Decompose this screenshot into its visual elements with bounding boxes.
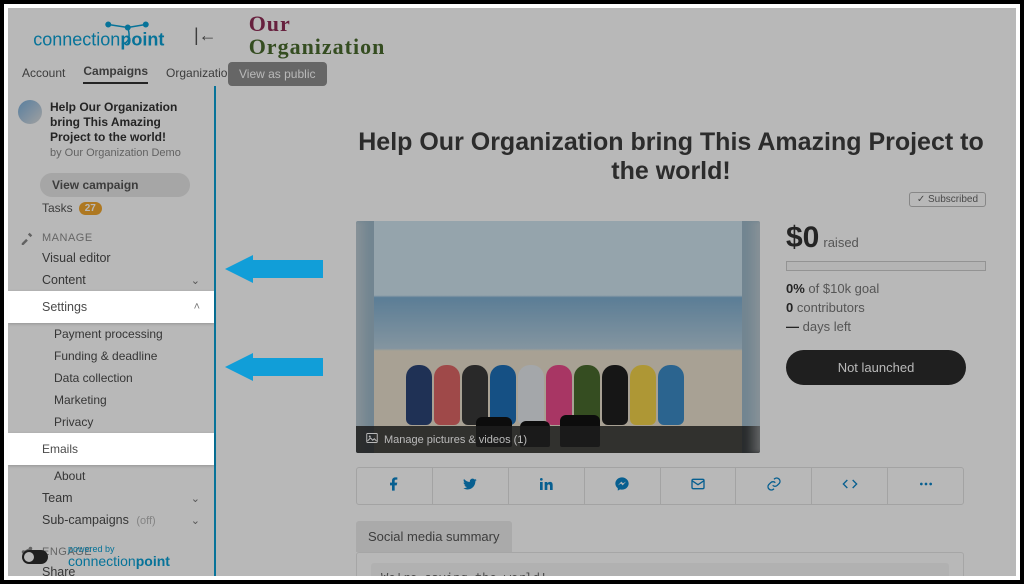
nav-content[interactable]: Content ⌄ <box>8 269 214 291</box>
chevron-down-icon: ⌄ <box>191 514 200 527</box>
sidebar-campaign-header: Help Our Organization bring This Amazing… <box>8 86 214 165</box>
subscribed-badge[interactable]: ✓ Subscribed <box>909 192 986 207</box>
email-icon <box>690 479 706 496</box>
linkedin-icon <box>538 479 554 496</box>
sidebar-campaign-by: by Our Organization Demo <box>50 147 204 159</box>
share-messenger[interactable] <box>585 468 661 504</box>
tasks-label: Tasks <box>42 201 73 215</box>
chevron-down-icon: ⌄ <box>191 274 200 287</box>
nav-team[interactable]: Team ⌄ <box>8 487 214 509</box>
sm-summary-snippet: We're saving the world! <box>371 563 949 576</box>
chevron-up-icon: ˄ <box>194 301 200 313</box>
manage-media-button[interactable]: Manage pictures & videos (1) <box>356 426 760 453</box>
share-embed[interactable] <box>812 468 888 504</box>
embed-icon <box>842 479 858 496</box>
facebook-icon <box>386 479 402 496</box>
link-icon <box>766 479 782 496</box>
campaign-title: Help Our Organization bring This Amazing… <box>356 128 986 186</box>
nav-settings-emails[interactable]: Emails <box>8 433 214 465</box>
sidebar: Help Our Organization bring This Amazing… <box>8 86 216 576</box>
footer: powered by connectionpoint <box>22 545 170 568</box>
share-email[interactable] <box>661 468 737 504</box>
campaign-stats: $0raised 0% of $10k goal 0 contributors … <box>786 221 986 453</box>
image-icon <box>366 432 378 447</box>
tab-campaigns[interactable]: Campaigns <box>83 64 148 84</box>
share-facebook[interactable] <box>357 468 433 504</box>
nav-settings-about[interactable]: About <box>8 465 214 487</box>
collapse-sidebar-button[interactable]: |← <box>194 25 217 46</box>
nav-visual-editor[interactable]: Visual editor <box>8 247 214 269</box>
org-name: Our Organization <box>249 12 386 58</box>
campaign-avatar <box>18 100 42 124</box>
nav-settings[interactable]: Settings ˄ <box>8 291 214 323</box>
chevron-down-icon: ⌄ <box>191 492 200 505</box>
messenger-icon <box>614 479 630 496</box>
share-more[interactable] <box>888 468 963 504</box>
launch-status-button[interactable]: Not launched <box>786 350 966 385</box>
tab-account[interactable]: Account <box>22 66 65 84</box>
sidebar-tasks[interactable]: Tasks 27 <box>42 201 202 215</box>
callout-arrow-emails <box>225 353 323 381</box>
twitter-icon <box>462 479 478 496</box>
nav-settings-privacy[interactable]: Privacy <box>8 411 214 433</box>
share-twitter[interactable] <box>433 468 509 504</box>
more-icon <box>917 479 935 496</box>
share-bar <box>356 467 964 505</box>
share-link[interactable] <box>736 468 812 504</box>
brand-logo: connectionpoint <box>22 20 172 50</box>
share-linkedin[interactable] <box>509 468 585 504</box>
hero-image: Manage pictures & videos (1) <box>356 221 760 453</box>
sm-summary-header: Social media summary <box>356 521 512 552</box>
nav-settings-data[interactable]: Data collection <box>8 367 214 389</box>
tools-icon <box>20 231 34 245</box>
nav-settings-marketing[interactable]: Marketing <box>8 389 214 411</box>
main-panel: Help Our Organization bring This Amazing… <box>216 86 1016 576</box>
amount-raised: $0 <box>786 221 819 254</box>
nav-subcampaigns[interactable]: Sub-campaigns (off) ⌄ <box>8 509 214 531</box>
callout-arrow-settings <box>225 255 323 283</box>
tasks-count-badge: 27 <box>79 202 102 215</box>
collapse-icon: |← <box>194 25 217 45</box>
progress-bar <box>786 261 986 271</box>
section-manage: MANAGE <box>8 225 214 247</box>
nav-settings-funding[interactable]: Funding & deadline <box>8 345 214 367</box>
powered-by: powered by connectionpoint <box>68 545 170 568</box>
svg-text:connectionpoint: connectionpoint <box>33 30 164 50</box>
social-media-summary: Social media summary We're saving the wo… <box>356 521 964 576</box>
primary-tabs: Account Campaigns Organizations Enterpri… <box>8 62 1016 86</box>
nav-settings-payment[interactable]: Payment processing <box>8 323 214 345</box>
view-as-public-button[interactable]: View as public <box>228 62 327 86</box>
theme-toggle[interactable] <box>22 550 48 564</box>
sidebar-campaign-title: Help Our Organization bring This Amazing… <box>50 100 204 145</box>
view-campaign-button[interactable]: View campaign <box>40 173 190 197</box>
